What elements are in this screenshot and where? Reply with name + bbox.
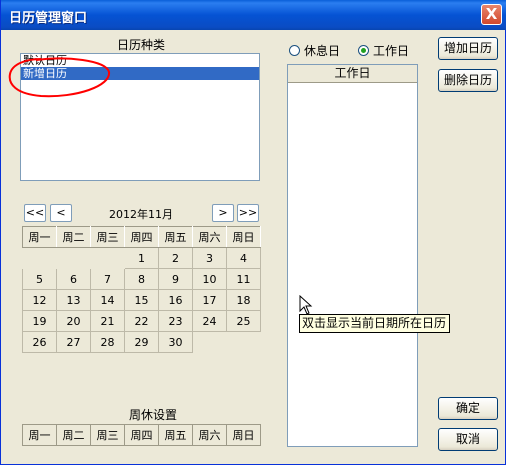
week-row: 19 20 21 22 23 24 25: [22, 310, 261, 332]
mouse-cursor-icon: [299, 295, 313, 315]
day-cell[interactable]: 25: [226, 310, 261, 332]
red-annotation-circle: [8, 57, 110, 98]
day-cell[interactable]: 19: [22, 310, 57, 332]
ok-button[interactable]: 确定: [438, 397, 498, 420]
day-cell[interactable]: 29: [124, 331, 159, 353]
weekday-toggle[interactable]: 周五: [158, 424, 193, 446]
day-cell[interactable]: 4: [226, 247, 261, 269]
weekday-header: 周二: [56, 226, 91, 248]
calendar-manager-window: 日历管理窗口 X 日历种类 默认日历 新增日历 << < 2012年11月 > …: [0, 0, 506, 465]
next-month-button[interactable]: >: [212, 204, 234, 222]
day-cell[interactable]: 15: [124, 289, 159, 311]
window-title: 日历管理窗口: [9, 11, 88, 26]
week-row: 1 2 3 4: [23, 247, 261, 269]
weekday-header: 周一: [22, 226, 57, 248]
work-day-radio[interactable]: 工作日: [358, 42, 409, 59]
title-bar[interactable]: 日历管理窗口 X: [1, 0, 506, 30]
rest-day-label: 休息日: [304, 44, 341, 58]
week-row: 26 27 28 29 30: [22, 331, 261, 353]
day-cell[interactable]: 11: [226, 268, 261, 290]
day-cell[interactable]: 1: [124, 247, 159, 269]
day-cell[interactable]: 17: [192, 289, 227, 311]
empty-day-cell: [23, 248, 57, 269]
day-cell[interactable]: 23: [158, 310, 193, 332]
day-cell[interactable]: 5: [22, 268, 57, 290]
day-cell[interactable]: 30: [158, 331, 193, 353]
close-button[interactable]: X: [481, 4, 502, 25]
week-row: 12 13 14 15 16 17 18: [22, 289, 261, 311]
weekday-header-row: 周一 周二 周三 周四 周五 周六 周日: [22, 226, 261, 248]
last-month-button[interactable]: >>: [237, 204, 259, 222]
day-cell[interactable]: 3: [192, 247, 227, 269]
day-cell[interactable]: 27: [56, 331, 91, 353]
day-cell[interactable]: 22: [124, 310, 159, 332]
weekly-settings-label: 周休设置: [129, 408, 178, 422]
add-calendar-button[interactable]: 增加日历: [438, 37, 498, 60]
weekday-toggle[interactable]: 周四: [124, 424, 159, 446]
first-month-button[interactable]: <<: [24, 204, 46, 222]
weekday-header: 周四: [124, 226, 159, 248]
week-row: 5 6 7 8 9 10 11: [22, 268, 261, 290]
day-cell[interactable]: 24: [192, 310, 227, 332]
day-cell[interactable]: 20: [56, 310, 91, 332]
radio-icon: [289, 45, 300, 56]
cancel-button[interactable]: 取消: [438, 428, 498, 451]
radio-checked-icon: [358, 45, 369, 56]
day-cell[interactable]: 18: [226, 289, 261, 311]
month-calendar-grid: 周一 周二 周三 周四 周五 周六 周日 1 2 3 4 5 6 7 8 9 1…: [22, 226, 261, 353]
weekday-header: 周日: [226, 226, 261, 248]
tooltip: 双击显示当前日期所在日历: [299, 314, 450, 333]
empty-day-cell: [193, 332, 227, 353]
weekday-toggle[interactable]: 周日: [226, 424, 261, 446]
day-cell[interactable]: 28: [90, 331, 125, 353]
work-day-list-header: 工作日: [288, 65, 417, 83]
day-cell[interactable]: 9: [158, 268, 193, 290]
work-day-label: 工作日: [373, 44, 410, 58]
weekday-toggle[interactable]: 周一: [22, 424, 57, 446]
empty-day-cell: [91, 248, 125, 269]
empty-day-cell: [57, 248, 91, 269]
day-cell[interactable]: 12: [22, 289, 57, 311]
weekday-header: 周五: [158, 226, 193, 248]
weekday-toggle[interactable]: 周二: [56, 424, 91, 446]
day-cell[interactable]: 14: [90, 289, 125, 311]
empty-day-cell: [227, 332, 261, 353]
weekly-rest-settings: 周一 周二 周三 周四 周五 周六 周日: [22, 424, 261, 446]
day-cell[interactable]: 7: [90, 268, 125, 290]
weekday-header: 周六: [192, 226, 227, 248]
prev-month-button[interactable]: <: [50, 204, 72, 222]
day-cell[interactable]: 10: [192, 268, 227, 290]
day-cell[interactable]: 26: [22, 331, 57, 353]
work-day-list[interactable]: 工作日: [287, 64, 418, 447]
calendar-types-label: 日历种类: [117, 38, 166, 52]
rest-day-radio[interactable]: 休息日: [289, 42, 340, 59]
day-cell[interactable]: 2: [158, 247, 193, 269]
day-cell[interactable]: 16: [158, 289, 193, 311]
delete-calendar-button[interactable]: 删除日历: [438, 69, 498, 92]
weekday-toggle[interactable]: 周三: [90, 424, 125, 446]
day-cell[interactable]: 6: [56, 268, 91, 290]
weekday-toggle[interactable]: 周六: [192, 424, 227, 446]
day-cell[interactable]: 21: [90, 310, 125, 332]
day-cell[interactable]: 8: [124, 268, 159, 290]
month-label: 2012年11月: [109, 208, 173, 221]
day-cell[interactable]: 13: [56, 289, 91, 311]
weekday-header: 周三: [90, 226, 125, 248]
